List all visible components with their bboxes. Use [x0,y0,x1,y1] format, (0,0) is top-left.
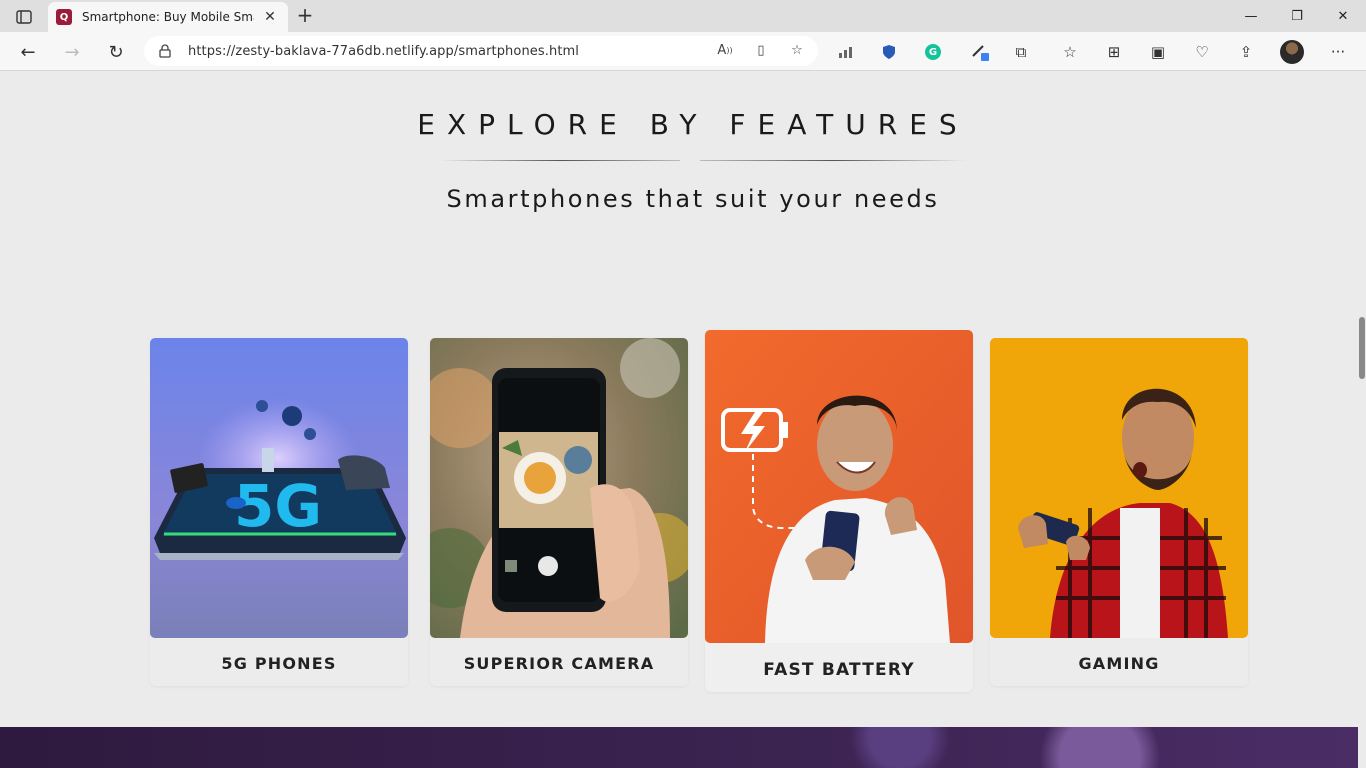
next-section-banner [0,727,1358,768]
collections-icon[interactable]: ⊞ [1102,40,1126,64]
svg-text:5G: 5G [234,472,322,540]
page-scrollbar[interactable] [1358,71,1366,768]
feature-image-battery [705,330,973,643]
shield-extension-icon[interactable] [877,40,901,64]
feature-image-camera [430,338,688,638]
close-tab-icon[interactable]: ✕ [262,9,278,25]
minimize-icon[interactable]: — [1228,0,1274,32]
lock-icon[interactable] [158,44,172,58]
site-favicon-icon: Q [56,9,72,25]
section-subheading: Smartphones that suit your needs [446,185,940,213]
feature-label-5g: 5G PHONES [221,654,337,673]
feature-card-5g[interactable]: 5G 5G PHONES [150,338,408,686]
close-window-icon[interactable]: ✕ [1320,0,1366,32]
grammarly-icon[interactable]: G [921,40,945,64]
url-text: https://zesty-baklava-77a6db.netlify.app… [188,43,580,59]
favorites-icon[interactable]: ☆ [1058,40,1082,64]
more-icon[interactable]: ··· [1326,40,1350,64]
feature-image-gaming [990,338,1248,638]
forward-icon[interactable]: → [58,38,86,66]
toolbar: ← → ↻ https://zesty-baklava-77a6db.netli… [0,32,1366,71]
pen-extension-icon[interactable] [968,40,992,64]
tab-title: Smartphone: Buy Mobile Smartp [82,10,254,24]
new-tab-icon[interactable]: + [294,4,316,26]
read-aloud-icon[interactable]: A)) [714,39,736,61]
web-capture-icon[interactable]: ▣ [1146,40,1170,64]
refresh-icon[interactable]: ↻ [102,38,130,66]
tab-actions-icon[interactable] [10,7,38,27]
back-icon[interactable]: ← [14,38,42,66]
feature-card-camera[interactable]: SUPERIOR CAMERA [430,338,688,686]
heading-divider-right [700,160,966,161]
feature-label-camera: SUPERIOR CAMERA [463,654,655,673]
extensions-icon[interactable]: ⧉ [1009,40,1033,64]
section-heading: EXPLORE BY FEATURES [417,108,969,141]
browser-essentials-icon[interactable]: ♡ [1190,40,1214,64]
tab-bar: Q Smartphone: Buy Mobile Smartp ✕ + — ❐ … [0,0,1366,32]
heading-divider-left [440,160,680,161]
profile-avatar[interactable] [1280,40,1304,64]
feature-label-gaming: GAMING [1078,654,1160,673]
browser-tab[interactable]: Q Smartphone: Buy Mobile Smartp ✕ [48,2,288,32]
add-favorite-icon[interactable]: ☆ [786,39,808,61]
extension-chart-icon[interactable] [834,40,858,64]
feature-card-battery[interactable]: FAST BATTERY [705,330,973,692]
scrollbar-thumb[interactable] [1359,317,1365,379]
restore-icon[interactable]: ❐ [1274,0,1320,32]
share-icon[interactable]: ⇪ [1234,40,1258,64]
feature-card-gaming[interactable]: GAMING [990,338,1248,686]
feature-label-battery: FAST BATTERY [763,660,915,680]
feature-image-5g: 5G [150,338,408,638]
immersive-reader-icon[interactable]: ▯ [750,39,772,61]
